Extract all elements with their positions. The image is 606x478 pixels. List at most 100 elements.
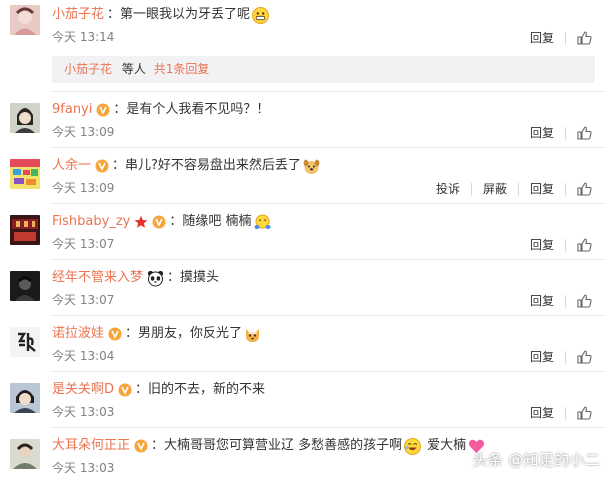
avatar[interactable] <box>10 271 40 301</box>
comment-line: 人余一 ： 串儿?好不容易盘出来然后丢了 <box>52 156 320 176</box>
comment-text: 大楠哥哥您可算营业辽 多愁善感的孩子啊 <box>164 438 403 453</box>
reply-count-link[interactable]: 共1条回复 <box>154 62 210 76</box>
colon-separator: ： <box>107 7 121 22</box>
comment-line: Fishbaby_zy ： 随缘吧 楠楠 <box>52 212 271 232</box>
comment-divider <box>52 91 606 92</box>
watermark: 头条 @知足的小二 <box>472 451 600 469</box>
reply-button[interactable]: 回复 <box>530 293 554 309</box>
comment-text: 随缘吧 楠楠 <box>182 214 252 229</box>
thumbs-up-icon <box>577 294 592 308</box>
panda-icon <box>147 270 164 287</box>
report-button[interactable]: 投诉 <box>436 181 460 197</box>
like-button[interactable] <box>577 350 596 364</box>
action-divider <box>517 182 519 196</box>
comment-time: 今天 13:04 <box>52 349 115 363</box>
like-button[interactable] <box>577 31 596 45</box>
username-link[interactable]: 小茄子花 <box>52 5 104 25</box>
comment-divider <box>52 259 606 260</box>
thumbs-up-icon <box>577 350 592 364</box>
laughing-face-icon <box>404 437 422 455</box>
avatar[interactable] <box>10 439 40 469</box>
vip-badge-icon <box>95 159 109 173</box>
username-link[interactable]: 诺拉波娃 <box>52 324 104 344</box>
vip-badge-icon <box>134 439 148 453</box>
avatar[interactable] <box>10 5 40 35</box>
action-divider <box>565 238 566 252</box>
thumbs-up-icon <box>577 238 592 252</box>
comment-divider <box>52 147 606 148</box>
red-star-icon <box>134 215 148 229</box>
like-button[interactable] <box>577 238 596 252</box>
username-link[interactable]: Fishbaby_zy <box>52 212 130 232</box>
action-divider <box>470 182 472 196</box>
thumbs-up-icon <box>577 31 592 45</box>
reply-username-link[interactable]: 小茄子花 <box>64 62 112 76</box>
comment-time: 今天 13:03 <box>52 405 115 419</box>
comment-text: 旧的不去，新的不来 <box>148 382 266 397</box>
action-divider <box>565 126 566 140</box>
comment-time: 今天 13:07 <box>52 293 115 307</box>
like-button[interactable] <box>577 126 596 140</box>
username-link[interactable]: 人余一 <box>52 156 91 176</box>
comment-actions: 回复 <box>530 292 596 310</box>
comment-text: 串儿?好不容易盘出来然后丢了 <box>125 158 301 173</box>
comment-time: 今天 13:09 <box>52 125 115 139</box>
colon-separator: ： <box>151 438 165 453</box>
comment-line: 9fanyi ： 是有个人我看不见吗？！ <box>52 100 269 120</box>
action-divider <box>565 406 566 420</box>
comment-text: 第一眼我以为牙丢了呢 <box>120 7 251 22</box>
avatar[interactable] <box>10 103 40 133</box>
comment-divider <box>52 315 606 316</box>
reply-button[interactable]: 回复 <box>530 349 554 365</box>
avatar[interactable] <box>10 327 40 357</box>
comment-text-continued: 爱大楠 <box>427 438 467 453</box>
reply-button[interactable]: 回复 <box>530 181 554 197</box>
block-button[interactable]: 屏蔽 <box>483 181 507 197</box>
comment-line: 是关关啊D ： 旧的不去，新的不来 <box>52 380 265 400</box>
comment-divider <box>52 371 606 372</box>
comment-actions: 回复 <box>530 236 596 254</box>
comment-time: 今天 13:03 <box>52 461 115 475</box>
reply-summary: 小茄子花 等人 共1条回复 <box>52 56 595 83</box>
avatar[interactable] <box>10 159 40 189</box>
username-link[interactable]: 9fanyi <box>52 100 92 120</box>
comment-actions: 回复 <box>530 29 596 47</box>
thumbs-up-icon <box>577 126 592 140</box>
comment-time: 今天 13:07 <box>52 237 115 251</box>
comment-time: 今天 13:14 <box>52 30 115 44</box>
comment-line: 小茄子花 ： 第一眼我以为牙丢了呢 <box>52 5 270 25</box>
comment-line: 大耳朵何正正 ： 大楠哥哥您可算营业辽 多愁善感的孩子啊 爱大楠 <box>52 436 485 456</box>
thumbs-up-icon <box>577 406 592 420</box>
grinning-face-icon <box>252 6 270 24</box>
vip-badge-icon <box>108 327 122 341</box>
colon-separator: ： <box>135 382 149 397</box>
comment-time: 今天 13:09 <box>52 181 115 195</box>
action-divider <box>565 182 566 196</box>
comment-actions: 回复 <box>530 348 596 366</box>
dog-face-icon <box>303 159 320 174</box>
comment-actions: 投诉 屏蔽 回复 <box>436 180 596 198</box>
comment-divider <box>52 427 606 428</box>
like-button[interactable] <box>577 182 596 196</box>
avatar[interactable] <box>10 383 40 413</box>
username-link[interactable]: 经年不管来入梦 <box>52 268 143 288</box>
comment-actions: 回复 <box>530 124 596 142</box>
comment-text: 摸摸头 <box>180 270 220 285</box>
comment-line: 经年不管来入梦 ： 摸摸头 <box>52 268 219 288</box>
colon-separator: ： <box>113 102 127 117</box>
action-divider <box>565 31 566 45</box>
username-link[interactable]: 是关关啊D <box>52 380 114 400</box>
reply-button[interactable]: 回复 <box>530 125 554 141</box>
comment-actions: 回复 <box>530 404 596 422</box>
like-button[interactable] <box>577 294 596 308</box>
username-link[interactable]: 大耳朵何正正 <box>52 436 130 456</box>
avatar[interactable] <box>10 215 40 245</box>
like-button[interactable] <box>577 406 596 420</box>
reply-button[interactable]: 回复 <box>530 405 554 421</box>
colon-separator: ： <box>167 270 181 285</box>
reply-button[interactable]: 回复 <box>530 237 554 253</box>
reply-button[interactable]: 回复 <box>530 30 554 46</box>
comment-text: 是有个人我看不见吗？！ <box>126 102 270 117</box>
comment-line: 诺拉波娃 ： 男朋友，你反光了 <box>52 324 261 344</box>
action-divider <box>565 350 566 364</box>
